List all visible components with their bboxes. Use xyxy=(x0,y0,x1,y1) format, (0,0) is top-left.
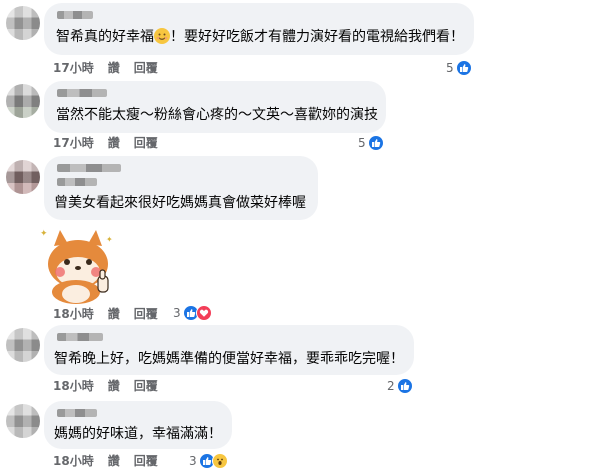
comment-bubble: 曾美女看起來很好吃媽媽真會做菜好棒喔 xyxy=(44,156,318,220)
commenter-name[interactable] xyxy=(57,333,103,341)
reaction-summary[interactable]: 2 xyxy=(387,377,413,395)
like-button[interactable]: 讚 xyxy=(108,379,120,393)
like-button[interactable]: 讚 xyxy=(108,136,120,150)
comment-text: 智希真的好幸福 ！要好好吃飯才有體力演好看的電視給我們看！ xyxy=(56,27,464,47)
comment-bubble: 媽媽的好味道，幸福滿滿！ xyxy=(44,401,232,449)
commenter-name[interactable] xyxy=(57,11,93,19)
shiba-dog-thumbs-up-sticker[interactable]: ✦ ✦ xyxy=(36,226,120,304)
avatar[interactable] xyxy=(6,6,40,40)
smiling-face-emoji-icon xyxy=(154,28,170,44)
reply-button[interactable]: 回覆 xyxy=(134,454,158,468)
comment-meta: 17小時讚回覆 xyxy=(53,135,172,151)
avatar[interactable] xyxy=(6,328,40,362)
reaction-summary[interactable]: 3 xyxy=(189,452,228,470)
comment-5: 媽媽的好味道，幸福滿滿！ 18小時讚回覆 3 xyxy=(0,398,606,472)
timestamp[interactable]: 17小時 xyxy=(53,61,94,75)
timestamp[interactable]: 17小時 xyxy=(53,136,94,150)
commenter-name[interactable] xyxy=(57,409,97,417)
reaction-count: 2 xyxy=(387,379,395,393)
reaction-count: 5 xyxy=(446,61,454,75)
reply-button[interactable]: 回覆 xyxy=(134,136,158,150)
like-button[interactable]: 讚 xyxy=(108,454,120,468)
commenter-name[interactable] xyxy=(57,164,121,172)
comment-bubble: 智希晚上好，吃媽媽準備的便當好幸福，要乖乖吃完喔！ xyxy=(44,325,414,375)
avatar[interactable] xyxy=(6,84,40,118)
reply-button[interactable]: 回覆 xyxy=(134,379,158,393)
like-icon xyxy=(455,60,472,76)
commenter-name[interactable] xyxy=(57,89,107,97)
comment-text-part-2: ！要好好吃飯才有體力演好看的電視給我們看！ xyxy=(170,29,464,45)
comment-meta: 18小時讚回覆 xyxy=(53,306,172,322)
love-icon xyxy=(195,305,212,321)
reaction-count: 5 xyxy=(358,136,366,150)
comment-bubble: 智希真的好幸福 ！要好好吃飯才有體力演好看的電視給我們看！ xyxy=(44,3,474,55)
comment-1: 智希真的好幸福 ！要好好吃飯才有體力演好看的電視給我們看！ 17小時讚回覆 5 xyxy=(0,0,606,78)
timestamp[interactable]: 18小時 xyxy=(53,307,94,321)
like-icon xyxy=(367,135,384,151)
avatar[interactable] xyxy=(6,160,40,194)
timestamp[interactable]: 18小時 xyxy=(53,379,94,393)
comment-text: 曾美女看起來很好吃媽媽真會做菜好棒喔 xyxy=(54,195,306,211)
reply-button[interactable]: 回覆 xyxy=(134,61,158,75)
comment-bubble: 當然不能太瘦～粉絲會心疼的～文英～喜歡妳的演技 xyxy=(44,81,386,133)
comment-meta: 17小時讚回覆 xyxy=(53,60,172,76)
comment-text: 媽媽的好味道，幸福滿滿！ xyxy=(54,426,222,442)
svg-text:✦: ✦ xyxy=(106,235,113,244)
reaction-summary[interactable]: 3 xyxy=(173,304,212,322)
commenter-name-line-2 xyxy=(57,178,97,186)
wow-icon xyxy=(211,453,228,469)
reaction-summary[interactable]: 5 xyxy=(446,59,472,77)
timestamp[interactable]: 18小時 xyxy=(53,454,94,468)
like-button[interactable]: 讚 xyxy=(108,307,120,321)
avatar[interactable] xyxy=(6,404,40,438)
like-icon xyxy=(396,378,413,394)
reaction-summary[interactable]: 5 xyxy=(358,134,384,152)
reaction-count: 3 xyxy=(173,306,181,320)
comment-text-part-1: 智希真的好幸福 xyxy=(56,29,154,45)
comment-text: 當然不能太瘦～粉絲會心疼的～文英～喜歡妳的演技 xyxy=(56,107,378,123)
comment-2: 當然不能太瘦～粉絲會心疼的～文英～喜歡妳的演技 17小時讚回覆 5 xyxy=(0,78,606,156)
comment-meta: 18小時讚回覆 xyxy=(53,453,172,469)
reaction-count: 3 xyxy=(189,454,197,468)
reply-button[interactable]: 回覆 xyxy=(134,307,158,321)
like-button[interactable]: 讚 xyxy=(108,61,120,75)
comment-3: 曾美女看起來很好吃媽媽真會做菜好棒喔 ✦ ✦ 18小時讚回覆 3 xyxy=(0,156,606,326)
comment-4: 智希晚上好，吃媽媽準備的便當好幸福，要乖乖吃完喔！ 18小時讚回覆 2 xyxy=(0,322,606,398)
svg-text:✦: ✦ xyxy=(40,229,48,239)
comment-meta: 18小時讚回覆 xyxy=(53,378,172,394)
comment-text: 智希晚上好，吃媽媽準備的便當好幸福，要乖乖吃完喔！ xyxy=(54,351,404,367)
